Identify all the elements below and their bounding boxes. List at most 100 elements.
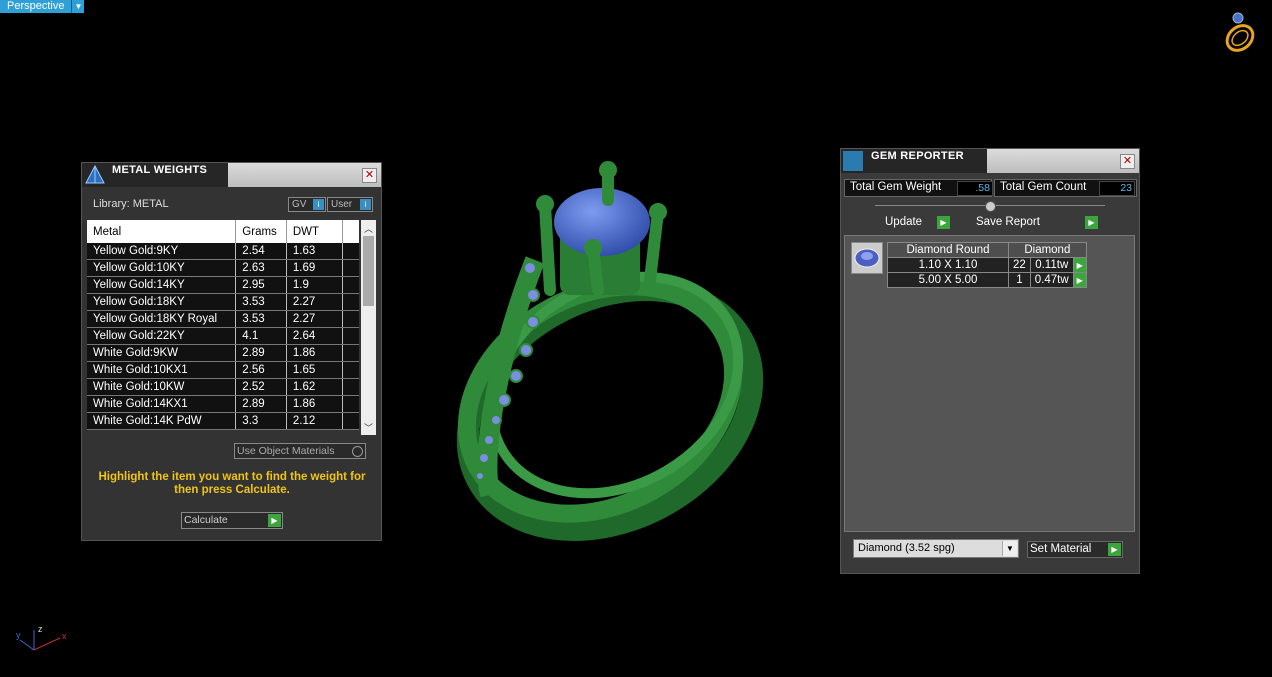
gem-header-material: Diamond	[1008, 242, 1087, 258]
metal-weights-titlebar[interactable]: METAL WEIGHTS ✕	[82, 163, 381, 187]
table-row[interactable]: White Gold:9KW 2.89 1.86	[87, 344, 359, 362]
metal-cell: White Gold:10KX1	[87, 361, 237, 379]
material-select[interactable]: Diamond (3.52 spg) ▼	[853, 539, 1019, 558]
info-icon: i	[360, 199, 371, 210]
table-row[interactable]: White Gold:10KX1 2.56 1.65	[87, 361, 359, 379]
grams-cell: 3.53	[235, 293, 287, 311]
gem-table: Diamond Round Diamond 1.10 X 1.10 22 0.11t…	[887, 242, 1087, 288]
grams-cell: 3.53	[235, 310, 287, 328]
library-label: Library: METAL	[93, 198, 169, 210]
play-arrow-icon: ▶	[937, 216, 950, 229]
gem-reporter-title-tab: GEM REPORTER	[841, 149, 987, 173]
user-toggle[interactable]: User i	[327, 197, 373, 212]
close-icon[interactable]: ✕	[1120, 154, 1135, 169]
save-report-button[interactable]: Save Report ▶	[973, 215, 1099, 230]
material-select-value: Diamond (3.52 spg)	[858, 542, 955, 554]
table-row[interactable]: Yellow Gold:18KY 3.53 2.27	[87, 293, 359, 311]
metal-cell: White Gold:14K PdW	[87, 412, 237, 430]
gem-weight-cell: 0.47tw	[1029, 272, 1074, 288]
gem-reporter-title: GEM REPORTER	[871, 150, 964, 162]
grams-cell: 2.52	[235, 378, 287, 396]
play-arrow-icon[interactable]: ▶	[1072, 272, 1087, 288]
dwt-cell: 2.27	[286, 310, 344, 328]
table-row[interactable]: Yellow Gold:9KY 2.54 1.63	[87, 243, 359, 260]
gem-row[interactable]: 1.10 X 1.10 22 0.11tw ▶	[887, 257, 1087, 273]
grams-cell: 2.89	[235, 344, 287, 362]
metal-cell: White Gold:10KW	[87, 378, 237, 396]
play-arrow-icon: ▶	[1085, 216, 1098, 229]
dwt-cell: 1.9	[286, 276, 344, 294]
update-label: Update	[885, 216, 923, 228]
use-object-materials-checkbox[interactable]: Use Object Materials	[234, 443, 366, 459]
use-object-materials-label: Use Object Materials	[237, 445, 335, 457]
dwt-cell: 1.86	[286, 395, 344, 413]
col-header-metal[interactable]: Metal	[87, 220, 237, 243]
metal-table: Metal Grams DWT Yellow Gold:9KY 2.54 1.63 Y…	[87, 220, 376, 435]
scroll-thumb[interactable]	[363, 236, 374, 306]
chevron-down-icon[interactable]: ﹀	[361, 421, 376, 435]
close-icon[interactable]: ✕	[362, 168, 377, 183]
gem-list: Diamond Round Diamond 1.10 X 1.10 22 0.11t…	[844, 235, 1135, 532]
dwt-cell: 1.69	[286, 259, 344, 277]
play-arrow-icon: ▶	[1108, 543, 1121, 556]
gem-reporter-icon	[843, 151, 863, 171]
col-header-dwt[interactable]: DWT	[286, 220, 344, 243]
gv-label: GV	[292, 199, 307, 210]
viewport-name: Perspective	[0, 0, 72, 13]
viewport-label[interactable]: Perspective ▼	[0, 0, 85, 13]
dwt-cell: 1.62	[286, 378, 344, 396]
grams-cell: 3.3	[235, 412, 287, 430]
play-arrow-icon[interactable]: ▶	[1072, 257, 1087, 273]
table-row[interactable]: Yellow Gold:14KY 2.95 1.9	[87, 276, 359, 294]
col-header-grams[interactable]: Grams	[235, 220, 287, 243]
svg-text:x: x	[62, 631, 67, 641]
grams-cell: 2.56	[235, 361, 287, 379]
gem-header-shape: Diamond Round	[887, 242, 1009, 258]
metal-cell: Yellow Gold:18KY Royal	[87, 310, 237, 328]
chevron-down-icon[interactable]: ▼	[71, 0, 85, 13]
metal-cell: Yellow Gold:9KY	[87, 243, 237, 260]
metal-weights-title: METAL WEIGHTS	[112, 164, 208, 176]
gv-toggle[interactable]: GV i	[288, 197, 326, 212]
gem-row[interactable]: 5.00 X 5.00 1 0.47tw ▶	[887, 272, 1087, 288]
metal-cell: White Gold:14KX1	[87, 395, 237, 413]
info-icon: i	[313, 199, 324, 210]
chevron-down-icon[interactable]: ▼	[1002, 541, 1017, 556]
ring-model[interactable]	[440, 150, 770, 550]
table-row[interactable]: White Gold:14K PdW 3.3 2.12	[87, 412, 359, 430]
splitter-knob-icon[interactable]	[985, 201, 996, 212]
grams-cell: 2.54	[235, 243, 287, 260]
user-label: User	[331, 199, 353, 210]
table-row[interactable]: White Gold:10KW 2.52 1.62	[87, 378, 359, 396]
chevron-up-icon[interactable]: ︿	[361, 222, 376, 236]
metal-weights-icon	[85, 164, 105, 184]
gem-count-cell: 22	[1008, 257, 1031, 273]
grams-cell: 2.89	[235, 395, 287, 413]
svg-text:y: y	[16, 630, 21, 640]
metal-cell: Yellow Gold:18KY	[87, 293, 237, 311]
save-report-label: Save Report	[976, 216, 1040, 228]
table-row[interactable]: Yellow Gold:22KY 4.1 2.64	[87, 327, 359, 345]
metal-table-scrollbar[interactable]: ︿ ﹀	[361, 220, 376, 435]
splitter[interactable]	[875, 201, 1105, 212]
radio-icon	[352, 446, 363, 457]
update-button[interactable]: Update ▶	[882, 215, 951, 230]
dwt-cell: 1.63	[286, 243, 344, 260]
set-material-button[interactable]: Set Material ▶	[1027, 541, 1123, 558]
grams-cell: 4.1	[235, 327, 287, 345]
round-diamond-icon	[854, 248, 880, 268]
calculate-button[interactable]: Calculate ▶	[181, 512, 283, 529]
metal-cell: Yellow Gold:22KY	[87, 327, 237, 345]
table-row[interactable]: Yellow Gold:18KY Royal 3.53 2.27	[87, 310, 359, 328]
gem-weight-cell: 0.11tw	[1029, 257, 1074, 273]
metal-weights-panel: METAL WEIGHTS ✕ Library: METAL GV i User…	[81, 162, 382, 541]
calculate-hint: Highlight the item you want to find the …	[98, 471, 366, 496]
gem-reporter-titlebar[interactable]: GEM REPORTER ✕	[841, 149, 1139, 173]
total-gem-count-value: 23	[1099, 181, 1135, 196]
table-row[interactable]: White Gold:14KX1 2.89 1.86	[87, 395, 359, 413]
nav-ring-icon[interactable]	[1220, 10, 1260, 54]
gem-thumbnail[interactable]	[851, 242, 883, 274]
dwt-cell: 2.64	[286, 327, 344, 345]
grams-cell: 2.63	[235, 259, 287, 277]
table-row[interactable]: Yellow Gold:10KY 2.63 1.69	[87, 259, 359, 277]
